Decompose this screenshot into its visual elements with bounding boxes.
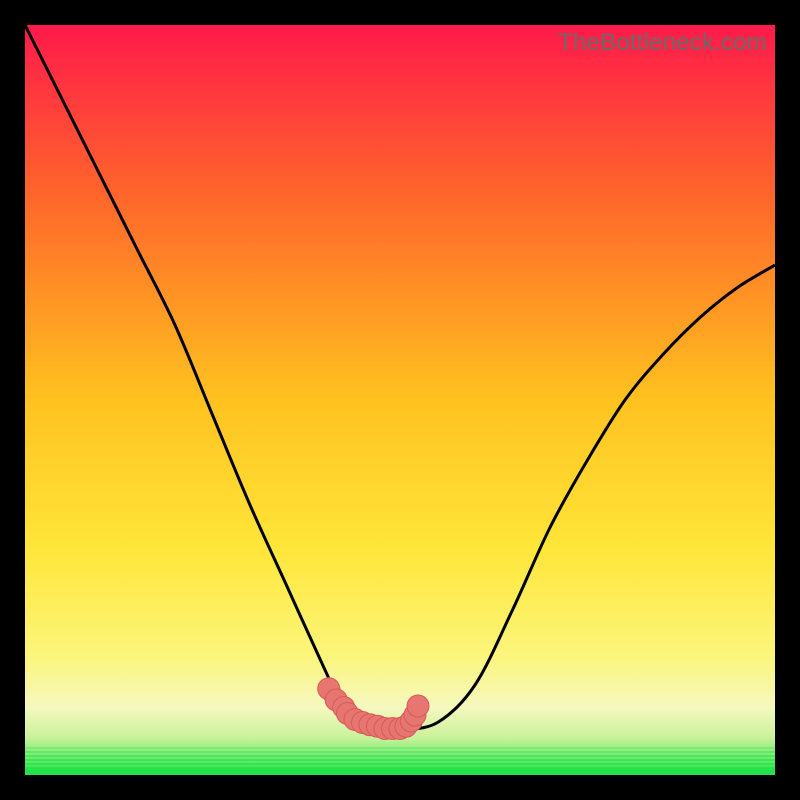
curve-marker — [407, 695, 429, 717]
green-band-group — [25, 747, 775, 775]
plot-area: TheBottleneck.com — [25, 25, 775, 775]
bottleneck-chart — [25, 25, 775, 775]
gradient-background — [25, 25, 775, 775]
watermark-text: TheBottleneck.com — [558, 29, 767, 57]
outer-frame: TheBottleneck.com — [0, 0, 800, 800]
